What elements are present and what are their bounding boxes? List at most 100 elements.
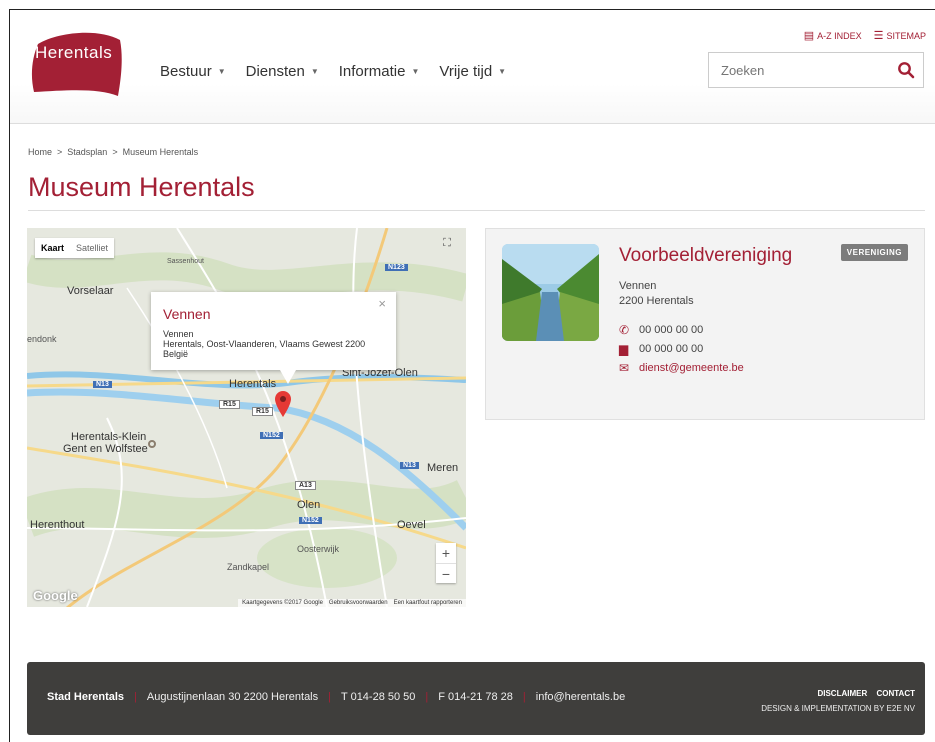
search-box xyxy=(708,52,924,88)
address-street: Vennen xyxy=(619,280,657,292)
map-place-label: Olen xyxy=(297,499,321,511)
phone-row: ✆ 00 000 00 00 xyxy=(619,323,703,337)
map-place-label: Herentals xyxy=(229,378,277,390)
disclaimer-link[interactable]: DISCLAIMER xyxy=(817,689,867,698)
google-logo: Google xyxy=(33,588,78,603)
nav-informatie[interactable]: Informatie ▼ xyxy=(339,63,420,80)
map-place-label: Sassenhout xyxy=(167,258,204,265)
map-pin-icon[interactable] xyxy=(275,391,291,417)
footer-credit[interactable]: DESIGN & IMPLEMENTATION BY E2E NV xyxy=(761,701,915,716)
page: Herentals Bestuur ▼ Diensten ▼ Informatie ▼… xyxy=(9,9,935,742)
poi-icon xyxy=(148,440,156,448)
nav-label: Diensten xyxy=(245,63,305,80)
map-copyright: Kaartgegevens ©2017 Google xyxy=(242,600,323,606)
map-place-label: Gent en Wolfstee xyxy=(63,443,148,455)
zoom-in-button[interactable]: + xyxy=(436,543,456,563)
road-shield: N13 xyxy=(93,381,112,388)
map[interactable]: Kaart Satelliet ⛶ Sassenhout Vorselaar e… xyxy=(27,228,466,607)
fax-icon: ▆ xyxy=(619,342,629,356)
fullscreen-icon[interactable]: ⛶ xyxy=(438,237,456,255)
caret-down-icon: ▼ xyxy=(217,67,226,76)
road-shield: N123 xyxy=(385,264,408,271)
popup-line: België xyxy=(163,349,189,359)
map-type-toggle: Kaart Satelliet xyxy=(35,238,115,258)
search-input[interactable] xyxy=(709,62,884,78)
main-nav: Bestuur ▼ Diensten ▼ Informatie ▼ Vrije tij… xyxy=(160,63,526,80)
logo-text: Herentals xyxy=(35,43,113,62)
map-place-label: Herentals-Klein xyxy=(71,431,147,443)
envelope-icon: ✉ xyxy=(619,361,630,375)
footer-links: DISCLAIMER CONTACT DESIGN & IMPLEMENTATI… xyxy=(761,686,915,716)
title-divider xyxy=(28,210,925,211)
zoom-control: + − xyxy=(436,543,456,583)
nav-vrije-tijd[interactable]: Vrije tijd ▼ xyxy=(439,63,506,80)
footer-separator: | xyxy=(134,691,137,703)
nav-bestuur[interactable]: Bestuur ▼ xyxy=(160,63,226,80)
sitemap-link[interactable]: ☰ SITEMAP xyxy=(874,29,926,42)
nav-label: Bestuur xyxy=(160,63,212,80)
road-shield: R15 xyxy=(219,400,240,409)
breadcrumb-current: Museum Herentals xyxy=(122,147,199,157)
map-place-label: endonk xyxy=(27,334,57,344)
address-city: 2200 Herentals xyxy=(619,295,694,307)
sitemap-label: SITEMAP xyxy=(886,30,926,41)
footer-separator: | xyxy=(328,691,331,703)
page-title: Museum Herentals xyxy=(28,172,255,202)
organization-name[interactable]: Voorbeeldvereniging xyxy=(619,245,792,267)
zoom-out-button[interactable]: − xyxy=(436,563,456,583)
site-logo[interactable] xyxy=(28,30,124,102)
road-shield: A13 xyxy=(295,481,316,490)
map-place-label: Vorselaar xyxy=(67,285,114,297)
popup-line: Vennen xyxy=(163,329,194,339)
caret-down-icon: ▼ xyxy=(310,67,319,76)
popup-line: Herentals, Oost-Vlaanderen, Vlaams Gewes… xyxy=(163,339,366,349)
breadcrumb: Home > Stadsplan > Museum Herentals xyxy=(28,147,198,157)
email-row: ✉ dienst@gemeente.be xyxy=(619,361,744,375)
phone-number: 00 000 00 00 xyxy=(639,324,704,336)
fax-number: 00 000 00 00 xyxy=(639,343,704,355)
footer-contact: Stad Herentals | Augustijnenlaan 30 2200… xyxy=(47,691,625,703)
breadcrumb-separator: > xyxy=(112,147,118,157)
fax-row: ▆ 00 000 00 00 xyxy=(619,342,703,356)
list-icon: ☰ xyxy=(873,30,884,42)
report-error-link[interactable]: Een kaartfout rapporteren xyxy=(394,600,462,606)
search-icon[interactable] xyxy=(897,61,915,79)
road-shield: N152 xyxy=(260,432,283,439)
caret-down-icon: ▼ xyxy=(411,67,420,76)
category-badge: VERENIGING xyxy=(840,244,908,261)
footer-org-name: Stad Herentals xyxy=(47,691,125,703)
map-type-satelliet[interactable]: Satelliet xyxy=(70,238,114,258)
contact-link[interactable]: CONTACT xyxy=(876,689,915,698)
footer-link-row: DISCLAIMER CONTACT xyxy=(761,686,915,701)
close-icon[interactable]: × xyxy=(378,296,386,311)
az-index-label: A-Z INDEX xyxy=(817,30,862,41)
site-header: Herentals Bestuur ▼ Diensten ▼ Informatie ▼… xyxy=(10,10,935,124)
index-card-icon: ▤ xyxy=(803,30,815,42)
map-place-label: Herenthout xyxy=(30,519,85,531)
map-place-label: Meren xyxy=(427,462,459,474)
caret-down-icon: ▼ xyxy=(498,67,507,76)
site-footer: Stad Herentals | Augustijnenlaan 30 2200… xyxy=(27,662,925,735)
breadcrumb-separator: > xyxy=(57,147,63,157)
organization-photo xyxy=(502,244,599,341)
nav-label: Informatie xyxy=(338,63,406,80)
footer-phone: T 014-28 50 50 xyxy=(341,691,416,703)
footer-fax: F 014-21 78 28 xyxy=(438,691,513,703)
map-info-window: Vennen Vennen Herentals, Oost-Vlaanderen… xyxy=(151,292,396,370)
footer-email-link[interactable]: info@herentals.be xyxy=(536,691,625,703)
nav-label: Vrije tijd xyxy=(439,63,493,80)
breadcrumb-stadsplan[interactable]: Stadsplan xyxy=(67,147,107,157)
breadcrumb-home[interactable]: Home xyxy=(28,147,52,157)
popup-pointer xyxy=(280,370,296,384)
map-type-kaart[interactable]: Kaart xyxy=(35,238,70,258)
email-link[interactable]: dienst@gemeente.be xyxy=(639,362,744,374)
road-shield: N13 xyxy=(400,462,419,469)
terms-link[interactable]: Gebruiksvoorwaarden xyxy=(329,600,388,606)
footer-separator: | xyxy=(522,691,526,703)
utility-links: ▤ A-Z INDEX ☰ SITEMAP xyxy=(804,29,926,42)
map-attribution: Kaartgegevens ©2017 Google Gebruiksvoorw… xyxy=(238,599,466,607)
road-shield: N152 xyxy=(299,517,322,524)
nav-diensten[interactable]: Diensten ▼ xyxy=(246,63,319,80)
phone-icon: ✆ xyxy=(619,323,630,337)
az-index-link[interactable]: ▤ A-Z INDEX xyxy=(804,29,862,42)
